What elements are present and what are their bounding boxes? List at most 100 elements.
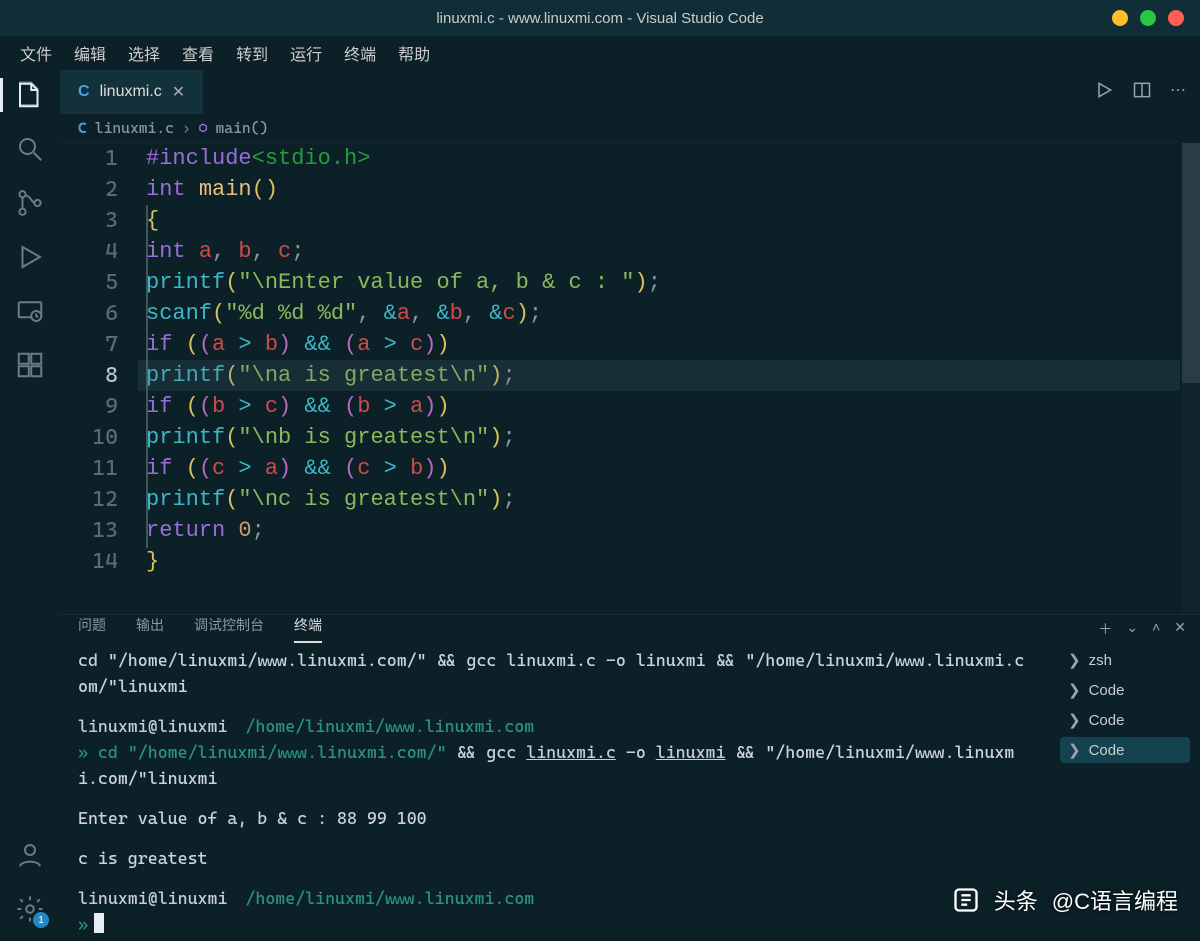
terminal-list-item[interactable]: ❯ Code [1060, 737, 1190, 763]
terminal-list-item[interactable]: ❯ zsh [1060, 647, 1190, 673]
split-editor-icon[interactable] [1132, 80, 1152, 105]
menu-run[interactable]: 运行 [290, 41, 322, 65]
run-file-icon[interactable] [1094, 80, 1114, 105]
settings-gear-icon[interactable]: 1 [15, 894, 45, 924]
menu-go[interactable]: 转到 [236, 41, 268, 65]
terminal-line: cd "/home/linuxmi/www.linuxmi.com/" && g… [78, 647, 1032, 699]
code-line[interactable]: printf("\nEnter value of a, b & c : "); [146, 267, 1200, 298]
search-icon[interactable] [15, 134, 45, 164]
terminal-line: c is greatest [78, 845, 1032, 871]
close-panel-icon[interactable]: ✕ [1174, 619, 1186, 639]
menu-file[interactable]: 文件 [20, 41, 52, 65]
line-number: 9 [60, 391, 118, 422]
menu-selection[interactable]: 选择 [128, 41, 160, 65]
more-actions-icon[interactable]: ⋯ [1170, 80, 1186, 105]
menu-view[interactable]: 查看 [182, 41, 214, 65]
line-number: 13 [60, 515, 118, 546]
explorer-icon[interactable] [15, 80, 45, 110]
terminal-shell-icon: ❯ [1068, 711, 1081, 729]
close-tab-icon[interactable]: ✕ [172, 82, 185, 102]
tab-label: linuxmi.c [100, 83, 162, 101]
current-line-highlight [138, 360, 1180, 391]
line-number: 2 [60, 174, 118, 205]
menubar: 文件 编辑 选择 查看 转到 运行 终端 帮助 [0, 36, 1200, 70]
terminal-list-item[interactable]: ❯ Code [1060, 707, 1190, 733]
line-number: 14 [60, 546, 118, 577]
titlebar: linuxmi.c - www.linuxmi.com - Visual Stu… [0, 0, 1200, 36]
activity-bar: 1 [0, 70, 60, 934]
editor-tabs-row: C linuxmi.c ✕ ⋯ [60, 70, 1200, 114]
terminal-dropdown-icon[interactable]: ⌄ [1126, 619, 1138, 639]
panel-tab-output[interactable]: 输出 [136, 615, 164, 643]
menu-edit[interactable]: 编辑 [74, 41, 106, 65]
code-line[interactable]: if ((c > a) && (c > b)) [146, 453, 1200, 484]
panel-tab-terminal[interactable]: 终端 [294, 615, 322, 643]
menu-terminal[interactable]: 终端 [344, 41, 376, 65]
watermark: 头条 @C语言编程 [952, 884, 1178, 916]
terminal-list-label: Code [1089, 712, 1125, 729]
code-line[interactable]: printf("\nc is greatest\n"); [146, 484, 1200, 515]
watermark-label: 头条 [994, 884, 1038, 916]
line-number: 3 [60, 205, 118, 236]
terminal-list-label: Code [1089, 742, 1125, 759]
code-line[interactable]: { [146, 205, 1200, 236]
line-number: 5 [60, 267, 118, 298]
terminal-cursor [94, 913, 104, 933]
c-file-icon: C [78, 83, 90, 101]
symbol-icon: ⬡ [199, 119, 208, 137]
code-line[interactable]: if ((a > b) && (a > c)) [146, 329, 1200, 360]
toutiao-logo-icon [952, 886, 980, 914]
scrollbar[interactable] [1182, 143, 1200, 614]
line-number: 10 [60, 422, 118, 453]
code-line[interactable]: int a, b, c; [146, 236, 1200, 267]
source-control-icon[interactable] [15, 188, 45, 218]
line-number: 12 [60, 484, 118, 515]
scrollbar-thumb[interactable] [1182, 143, 1200, 383]
editor-tab[interactable]: C linuxmi.c ✕ [60, 70, 203, 114]
minimize-button[interactable] [1112, 10, 1128, 26]
extensions-icon[interactable] [15, 350, 45, 380]
breadcrumb-symbol[interactable]: main() [216, 119, 269, 137]
line-number: 1 [60, 143, 118, 174]
terminal-line: » cd "/home/linuxmi/www.linuxmi.com/" &&… [78, 739, 1032, 791]
close-window-button[interactable] [1168, 10, 1184, 26]
panel-tab-debug[interactable]: 调试控制台 [194, 615, 264, 643]
terminal-shell-icon: ❯ [1068, 741, 1081, 759]
code-line[interactable]: if ((b > c) && (b > a)) [146, 391, 1200, 422]
terminal-line: linuxmi@linuxmi /home/linuxmi/www.linuxm… [78, 885, 1032, 911]
line-number: 7 [60, 329, 118, 360]
accounts-icon[interactable] [15, 840, 45, 870]
terminal-prompt[interactable]: » [78, 911, 1032, 937]
line-number: 11 [60, 453, 118, 484]
panel-tab-problems[interactable]: 问题 [78, 615, 106, 643]
remote-icon[interactable] [15, 296, 45, 326]
maximize-button[interactable] [1140, 10, 1156, 26]
window-controls [1112, 10, 1184, 26]
c-file-icon: C [78, 119, 87, 137]
code-line[interactable]: return 0; [146, 515, 1200, 546]
code-line[interactable]: } [146, 546, 1200, 577]
code-editor[interactable]: 1234567891011121314 #include<stdio.h>int… [60, 142, 1200, 614]
terminal-line: Enter value of a, b & c : 88 99 100 [78, 805, 1032, 831]
line-number: 4 [60, 236, 118, 267]
menu-help[interactable]: 帮助 [398, 41, 430, 65]
maximize-panel-icon[interactable]: ˄ [1152, 619, 1160, 639]
code-line[interactable]: printf("\nb is greatest\n"); [146, 422, 1200, 453]
line-numbers: 1234567891011121314 [60, 143, 146, 614]
breadcrumb-file[interactable]: linuxmi.c [95, 119, 174, 137]
run-debug-icon[interactable] [15, 242, 45, 272]
new-terminal-icon[interactable]: ＋ [1098, 619, 1112, 639]
terminal-list-label: Code [1089, 682, 1125, 699]
code-line[interactable]: scanf("%d %d %d", &a, &b, &c); [146, 298, 1200, 329]
terminal-list-item[interactable]: ❯Code [1060, 677, 1190, 703]
settings-badge: 1 [33, 912, 49, 928]
terminal-list-label: zsh [1089, 652, 1112, 669]
code-line[interactable]: int main() [146, 174, 1200, 205]
terminal-output[interactable]: cd "/home/linuxmi/www.linuxmi.com/" && g… [60, 643, 1050, 941]
terminal-shell-icon: ❯ [1068, 651, 1081, 669]
breadcrumbs[interactable]: C linuxmi.c › ⬡ main() [60, 114, 1200, 142]
indent-guide [146, 205, 148, 548]
watermark-handle: @C语言编程 [1052, 884, 1178, 916]
code-line[interactable]: #include<stdio.h> [146, 143, 1200, 174]
chevron-right-icon: › [182, 119, 191, 137]
